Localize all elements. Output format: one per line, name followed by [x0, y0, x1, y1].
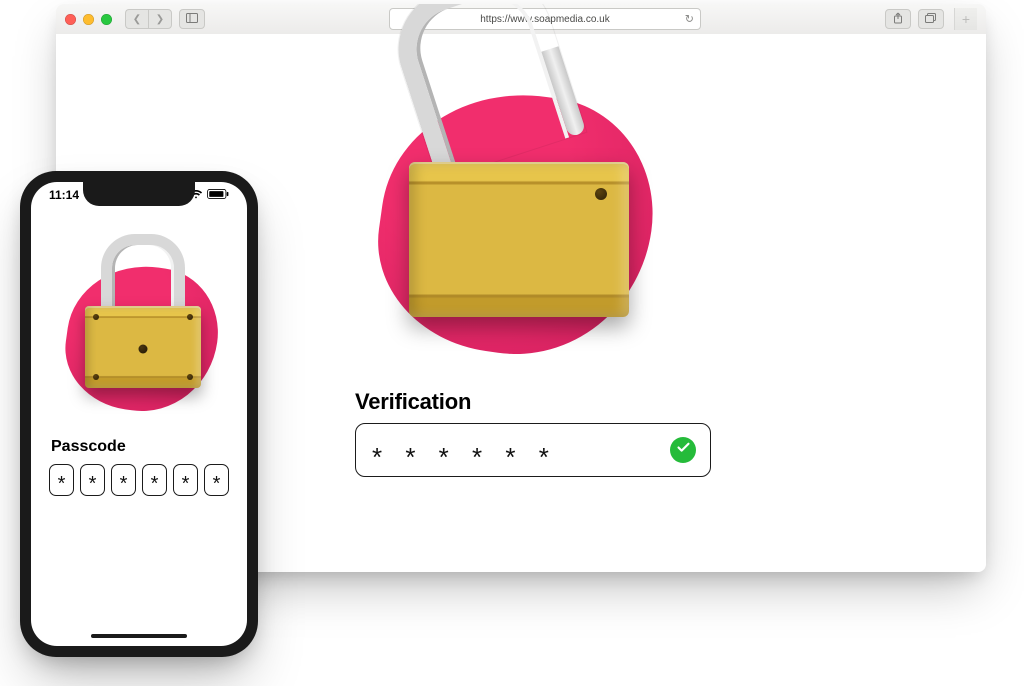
tabs-button[interactable] — [918, 9, 944, 29]
phone-content: Passcode * * * * * * — [31, 230, 247, 496]
window-zoom-button[interactable] — [101, 14, 112, 25]
window-close-button[interactable] — [65, 14, 76, 25]
share-icon — [893, 12, 903, 27]
verification-label: Verification — [355, 389, 781, 415]
passcode-input[interactable]: * * * * * * — [49, 464, 229, 496]
verification-panel: Verification * * * * * * — [261, 44, 781, 477]
sidebar-icon — [186, 13, 198, 26]
verification-input[interactable]: * * * * * * — [355, 423, 711, 477]
passcode-digit-6[interactable]: * — [204, 464, 229, 496]
tabs-icon — [925, 13, 937, 26]
new-tab-button[interactable]: + — [954, 8, 977, 30]
verification-value: * * * * * * — [372, 444, 557, 470]
passcode-digit-1[interactable]: * — [49, 464, 74, 496]
passcode-digit-4[interactable]: * — [142, 464, 167, 496]
chevron-right-icon: ❯ — [156, 14, 164, 25]
status-time: 11:14 — [49, 188, 79, 202]
passcode-digit-2[interactable]: * — [80, 464, 105, 496]
window-minimize-button[interactable] — [83, 14, 94, 25]
home-indicator[interactable] — [91, 634, 187, 638]
battery-icon — [207, 188, 229, 202]
nav-buttons: ❮ ❯ — [125, 9, 172, 29]
phone-frame: 11:14 — [20, 171, 258, 657]
back-button[interactable]: ❮ — [125, 9, 148, 29]
check-icon — [676, 440, 691, 460]
phone-notch — [83, 182, 195, 206]
verification-success-badge — [670, 437, 696, 463]
window-controls — [65, 14, 112, 25]
chevron-left-icon: ❮ — [133, 14, 141, 25]
sidebar-button[interactable] — [179, 9, 205, 29]
share-button[interactable] — [885, 9, 911, 29]
plus-icon: + — [962, 11, 970, 27]
phone-screen: 11:14 — [31, 182, 247, 646]
passcode-digit-5[interactable]: * — [173, 464, 198, 496]
padlock-body — [85, 306, 201, 388]
reload-icon[interactable]: ↻ — [685, 13, 694, 26]
passcode-label: Passcode — [51, 438, 229, 456]
passcode-digit-3[interactable]: * — [111, 464, 136, 496]
toolbar-right: + — [885, 8, 977, 30]
passcode-illustration — [49, 234, 229, 424]
verification-illustration — [351, 44, 691, 364]
forward-button[interactable]: ❯ — [148, 9, 172, 29]
padlock-body — [409, 162, 629, 317]
